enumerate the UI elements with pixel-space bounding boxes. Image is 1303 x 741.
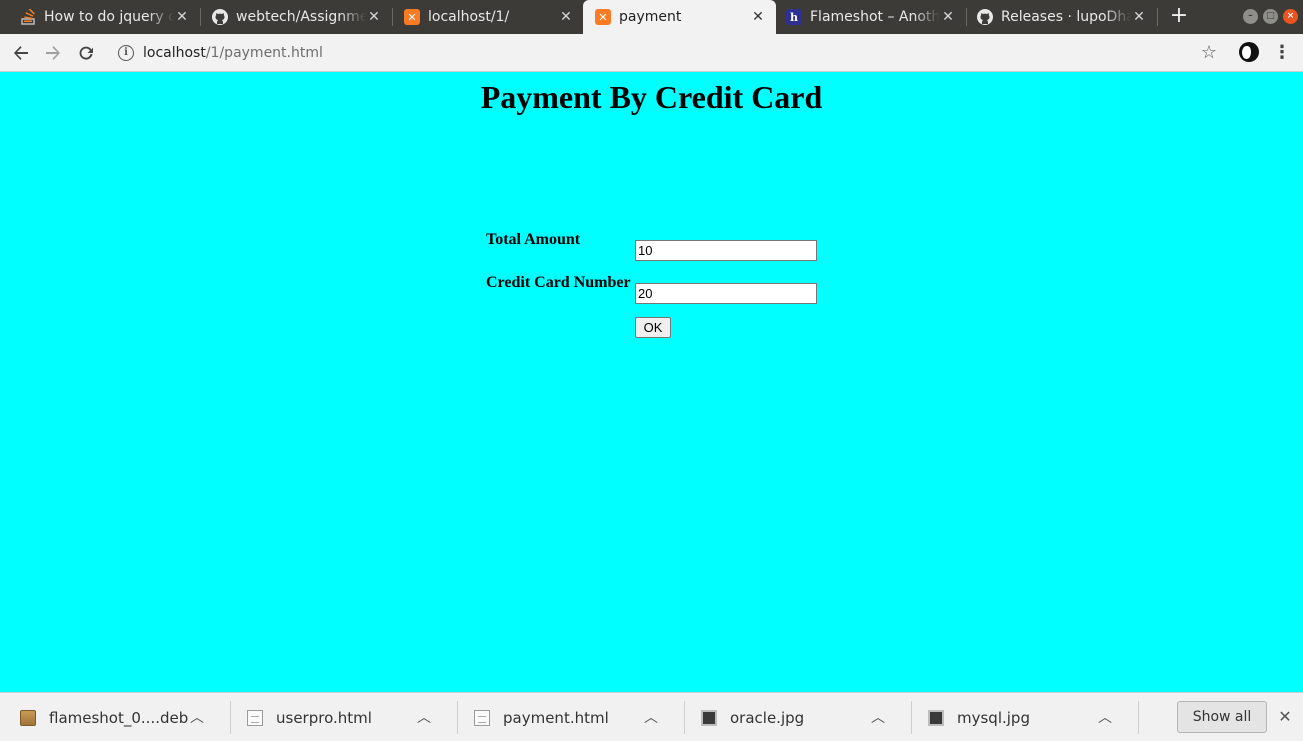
tab-title: Flameshot – Anoth (810, 9, 940, 25)
chevron-up-icon[interactable]: ︿ (1097, 710, 1113, 726)
download-item[interactable]: userpro.html ︿ (227, 693, 457, 741)
tab-github-webtech[interactable]: webtech/Assignme ✕ (192, 0, 392, 34)
reload-icon[interactable] (74, 41, 98, 65)
tab-github-releases[interactable]: Releases · lupoDha ✕ (957, 0, 1157, 34)
github-icon (977, 9, 993, 25)
tab-title: webtech/Assignme (236, 9, 366, 25)
maximize-window-icon[interactable]: □ (1263, 9, 1278, 24)
download-item[interactable]: oracle.jpg ︿ (681, 693, 911, 741)
browser-toolbar: i localhost/1/payment.html ☆ ⋮ (0, 34, 1303, 72)
page-viewport: Payment By Credit Card Total Amount Cred… (0, 72, 1303, 692)
page-title: Payment By Credit Card (480, 79, 823, 115)
credit-card-number-input[interactable] (635, 283, 817, 304)
chevron-up-icon[interactable]: ︿ (189, 710, 205, 726)
url-path: /1/payment.html (205, 45, 323, 61)
download-item[interactable]: mysql.jpg ︿ (908, 693, 1138, 741)
tab-payment[interactable]: ✕ payment ✕ (583, 0, 776, 34)
url-host: localhost (143, 45, 206, 61)
hashnode-icon: h (786, 9, 802, 25)
new-tab-icon[interactable]: + (1168, 5, 1190, 28)
tab-title: Releases · lupoDha (1001, 9, 1131, 25)
close-shelf-icon[interactable]: ✕ (1276, 708, 1294, 726)
tab-separator (1157, 8, 1158, 26)
tab-close-icon[interactable]: ✕ (940, 9, 956, 25)
forward-arrow-icon[interactable] (41, 41, 65, 65)
download-filename: oracle.jpg (730, 708, 805, 727)
image-file-icon (928, 709, 944, 726)
tab-strip: How to do jquery c ✕ webtech/Assignme ✕ … (0, 0, 1303, 34)
package-icon (20, 709, 36, 726)
tab-close-icon[interactable]: ✕ (366, 9, 382, 25)
show-all-button[interactable]: Show all (1177, 701, 1267, 733)
tab-title: localhost/1/ (428, 9, 510, 25)
profile-avatar[interactable] (1239, 42, 1259, 62)
stackoverflow-icon (20, 9, 36, 25)
xampp-icon: ✕ (404, 9, 420, 25)
tab-close-icon[interactable]: ✕ (174, 9, 190, 25)
tab-stackoverflow[interactable]: How to do jquery c ✕ (0, 0, 200, 34)
download-filename: flameshot_0....deb (49, 708, 189, 727)
tab-title: How to do jquery c (44, 9, 174, 25)
download-filename: mysql.jpg (957, 708, 1030, 727)
shelf-separator (1138, 701, 1139, 734)
tab-title: payment (619, 9, 682, 25)
total-amount-input[interactable] (635, 240, 817, 261)
chevron-up-icon[interactable]: ︿ (870, 710, 886, 726)
html-file-icon (247, 709, 263, 726)
address-bar[interactable]: i localhost/1/payment.html (110, 39, 1230, 67)
chevron-up-icon[interactable]: ︿ (416, 710, 432, 726)
tab-flameshot[interactable]: h Flameshot – Anoth ✕ (766, 0, 966, 34)
download-shelf: flameshot_0....deb ︿ userpro.html ︿ paym… (0, 692, 1303, 741)
image-file-icon (701, 709, 717, 726)
tab-localhost[interactable]: ✕ localhost/1/ ✕ (384, 0, 584, 34)
download-filename: payment.html (503, 708, 609, 727)
html-file-icon (474, 709, 490, 726)
site-info-icon[interactable]: i (118, 45, 134, 61)
close-window-icon[interactable]: × (1283, 9, 1298, 24)
credit-card-number-label: Credit Card Number (486, 274, 631, 291)
total-amount-label: Total Amount (486, 231, 581, 248)
download-item[interactable]: payment.html ︿ (454, 693, 684, 741)
bookmark-star-icon[interactable]: ☆ (1198, 42, 1220, 64)
tab-close-icon[interactable]: ✕ (1131, 9, 1147, 25)
back-arrow-icon[interactable] (9, 41, 33, 65)
minimize-window-icon[interactable]: – (1243, 9, 1258, 24)
chevron-up-icon[interactable]: ︿ (643, 710, 659, 726)
download-filename: userpro.html (276, 708, 372, 727)
xampp-icon: ✕ (595, 9, 611, 25)
ok-button[interactable]: OK (635, 317, 671, 338)
github-icon (212, 9, 228, 25)
tab-close-icon[interactable]: ✕ (558, 9, 574, 25)
download-item[interactable]: flameshot_0....deb ︿ (0, 693, 230, 741)
menu-kebab-icon[interactable]: ⋮ (1272, 42, 1292, 64)
tab-close-icon[interactable]: ✕ (750, 9, 766, 25)
